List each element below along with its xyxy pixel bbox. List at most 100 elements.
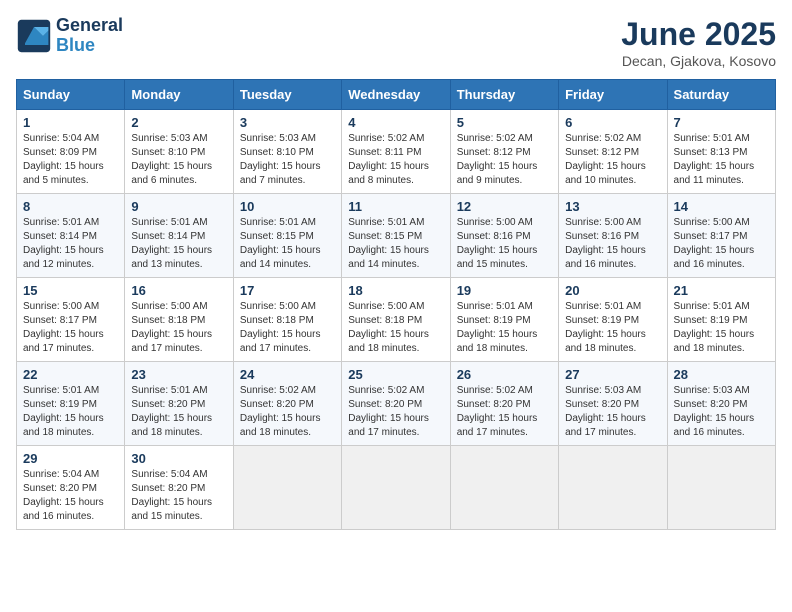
calendar-cell: 14 Sunrise: 5:00 AM Sunset: 8:17 PM Dayli… xyxy=(667,194,775,278)
calendar-cell xyxy=(233,446,341,530)
calendar-cell: 17 Sunrise: 5:00 AM Sunset: 8:18 PM Dayli… xyxy=(233,278,341,362)
weekday-header-wednesday: Wednesday xyxy=(342,80,450,110)
day-info: Sunrise: 5:01 AM Sunset: 8:13 PM Dayligh… xyxy=(674,132,769,188)
calendar-body: 1 Sunrise: 5:04 AM Sunset: 8:09 PM Daylig… xyxy=(17,110,776,530)
day-number: 3 xyxy=(240,115,335,130)
calendar-cell xyxy=(559,446,667,530)
day-number: 29 xyxy=(23,451,118,466)
calendar-cell: 20 Sunrise: 5:01 AM Sunset: 8:19 PM Dayli… xyxy=(559,278,667,362)
calendar-cell: 15 Sunrise: 5:00 AM Sunset: 8:17 PM Dayli… xyxy=(17,278,125,362)
week-row-4: 22 Sunrise: 5:01 AM Sunset: 8:19 PM Dayli… xyxy=(17,362,776,446)
week-row-1: 1 Sunrise: 5:04 AM Sunset: 8:09 PM Daylig… xyxy=(17,110,776,194)
week-row-5: 29 Sunrise: 5:04 AM Sunset: 8:20 PM Dayli… xyxy=(17,446,776,530)
day-info: Sunrise: 5:01 AM Sunset: 8:19 PM Dayligh… xyxy=(23,384,118,440)
day-info: Sunrise: 5:00 AM Sunset: 8:17 PM Dayligh… xyxy=(674,216,769,272)
calendar-cell: 4Sunrise: 5:02 AM Sunset: 8:11 PM Daylig… xyxy=(342,110,450,194)
day-info: Sunrise: 5:00 AM Sunset: 8:18 PM Dayligh… xyxy=(131,300,226,356)
weekday-header-sunday: Sunday xyxy=(17,80,125,110)
calendar-cell: 3 Sunrise: 5:03 AM Sunset: 8:10 PM Daylig… xyxy=(233,110,341,194)
day-info: Sunrise: 5:01 AM Sunset: 8:19 PM Dayligh… xyxy=(565,300,660,356)
day-number: 11 xyxy=(348,199,443,214)
day-info: Sunrise: 5:02 AM Sunset: 8:20 PM Dayligh… xyxy=(240,384,335,440)
calendar-cell: 24 Sunrise: 5:02 AM Sunset: 8:20 PM Dayli… xyxy=(233,362,341,446)
day-number: 7 xyxy=(674,115,769,130)
day-info: Sunrise: 5:00 AM Sunset: 8:18 PM Dayligh… xyxy=(240,300,335,356)
day-info: Sunrise: 5:01 AM Sunset: 8:14 PM Dayligh… xyxy=(23,216,118,272)
weekday-header-thursday: Thursday xyxy=(450,80,558,110)
header: General Blue June 2025 Decan, Gjakova, K… xyxy=(16,16,776,69)
calendar-cell: 10Sunrise: 5:01 AM Sunset: 8:15 PM Dayli… xyxy=(233,194,341,278)
calendar-cell: 12Sunrise: 5:00 AM Sunset: 8:16 PM Dayli… xyxy=(450,194,558,278)
day-info: Sunrise: 5:02 AM Sunset: 8:12 PM Dayligh… xyxy=(457,132,552,188)
calendar-cell xyxy=(342,446,450,530)
day-number: 27 xyxy=(565,367,660,382)
calendar-cell: 5Sunrise: 5:02 AM Sunset: 8:12 PM Daylig… xyxy=(450,110,558,194)
calendar-cell: 16 Sunrise: 5:00 AM Sunset: 8:18 PM Dayli… xyxy=(125,278,233,362)
day-number: 26 xyxy=(457,367,552,382)
main-title: June 2025 xyxy=(621,16,776,53)
weekday-header-row: SundayMondayTuesdayWednesdayThursdayFrid… xyxy=(17,80,776,110)
calendar-cell: 28 Sunrise: 5:03 AM Sunset: 8:20 PM Dayli… xyxy=(667,362,775,446)
day-info: Sunrise: 5:00 AM Sunset: 8:16 PM Dayligh… xyxy=(457,216,552,272)
logo-icon xyxy=(16,18,52,54)
day-info: Sunrise: 5:03 AM Sunset: 8:20 PM Dayligh… xyxy=(565,384,660,440)
calendar-cell: 9Sunrise: 5:01 AM Sunset: 8:14 PM Daylig… xyxy=(125,194,233,278)
day-info: Sunrise: 5:02 AM Sunset: 8:20 PM Dayligh… xyxy=(457,384,552,440)
day-info: Sunrise: 5:00 AM Sunset: 8:18 PM Dayligh… xyxy=(348,300,443,356)
day-info: Sunrise: 5:04 AM Sunset: 8:09 PM Dayligh… xyxy=(23,132,118,188)
day-number: 25 xyxy=(348,367,443,382)
calendar-cell: 23 Sunrise: 5:01 AM Sunset: 8:20 PM Dayli… xyxy=(125,362,233,446)
calendar-cell: 18Sunrise: 5:00 AM Sunset: 8:18 PM Dayli… xyxy=(342,278,450,362)
day-number: 20 xyxy=(565,283,660,298)
subtitle: Decan, Gjakova, Kosovo xyxy=(621,53,776,69)
calendar-cell: 21Sunrise: 5:01 AM Sunset: 8:19 PM Dayli… xyxy=(667,278,775,362)
day-number: 1 xyxy=(23,115,118,130)
calendar-cell: 6 Sunrise: 5:02 AM Sunset: 8:12 PM Daylig… xyxy=(559,110,667,194)
day-info: Sunrise: 5:03 AM Sunset: 8:10 PM Dayligh… xyxy=(131,132,226,188)
week-row-2: 8 Sunrise: 5:01 AM Sunset: 8:14 PM Daylig… xyxy=(17,194,776,278)
day-number: 21 xyxy=(674,283,769,298)
logo-text: General Blue xyxy=(56,16,123,56)
day-info: Sunrise: 5:00 AM Sunset: 8:16 PM Dayligh… xyxy=(565,216,660,272)
day-number: 17 xyxy=(240,283,335,298)
calendar-cell: 19Sunrise: 5:01 AM Sunset: 8:19 PM Dayli… xyxy=(450,278,558,362)
day-info: Sunrise: 5:03 AM Sunset: 8:10 PM Dayligh… xyxy=(240,132,335,188)
day-number: 28 xyxy=(674,367,769,382)
day-number: 23 xyxy=(131,367,226,382)
day-info: Sunrise: 5:00 AM Sunset: 8:17 PM Dayligh… xyxy=(23,300,118,356)
calendar-cell xyxy=(450,446,558,530)
day-number: 4 xyxy=(348,115,443,130)
day-number: 30 xyxy=(131,451,226,466)
day-number: 22 xyxy=(23,367,118,382)
day-info: Sunrise: 5:04 AM Sunset: 8:20 PM Dayligh… xyxy=(23,468,118,524)
day-number: 15 xyxy=(23,283,118,298)
weekday-header-tuesday: Tuesday xyxy=(233,80,341,110)
day-number: 13 xyxy=(565,199,660,214)
calendar-cell: 22 Sunrise: 5:01 AM Sunset: 8:19 PM Dayli… xyxy=(17,362,125,446)
day-number: 8 xyxy=(23,199,118,214)
day-number: 24 xyxy=(240,367,335,382)
calendar: SundayMondayTuesdayWednesdayThursdayFrid… xyxy=(16,79,776,530)
calendar-cell: 8 Sunrise: 5:01 AM Sunset: 8:14 PM Daylig… xyxy=(17,194,125,278)
logo: General Blue xyxy=(16,16,123,56)
day-number: 16 xyxy=(131,283,226,298)
week-row-3: 15 Sunrise: 5:00 AM Sunset: 8:17 PM Dayli… xyxy=(17,278,776,362)
day-info: Sunrise: 5:02 AM Sunset: 8:12 PM Dayligh… xyxy=(565,132,660,188)
day-number: 2 xyxy=(131,115,226,130)
weekday-header-friday: Friday xyxy=(559,80,667,110)
day-info: Sunrise: 5:01 AM Sunset: 8:19 PM Dayligh… xyxy=(457,300,552,356)
day-info: Sunrise: 5:01 AM Sunset: 8:20 PM Dayligh… xyxy=(131,384,226,440)
day-info: Sunrise: 5:01 AM Sunset: 8:15 PM Dayligh… xyxy=(348,216,443,272)
day-info: Sunrise: 5:02 AM Sunset: 8:20 PM Dayligh… xyxy=(348,384,443,440)
day-info: Sunrise: 5:03 AM Sunset: 8:20 PM Dayligh… xyxy=(674,384,769,440)
calendar-cell: 2 Sunrise: 5:03 AM Sunset: 8:10 PM Daylig… xyxy=(125,110,233,194)
calendar-cell: 26 Sunrise: 5:02 AM Sunset: 8:20 PM Dayli… xyxy=(450,362,558,446)
day-info: Sunrise: 5:01 AM Sunset: 8:15 PM Dayligh… xyxy=(240,216,335,272)
calendar-cell: 25 Sunrise: 5:02 AM Sunset: 8:20 PM Dayli… xyxy=(342,362,450,446)
day-number: 14 xyxy=(674,199,769,214)
calendar-cell: 29 Sunrise: 5:04 AM Sunset: 8:20 PM Dayli… xyxy=(17,446,125,530)
calendar-cell xyxy=(667,446,775,530)
weekday-header-monday: Monday xyxy=(125,80,233,110)
day-number: 6 xyxy=(565,115,660,130)
title-area: June 2025 Decan, Gjakova, Kosovo xyxy=(621,16,776,69)
